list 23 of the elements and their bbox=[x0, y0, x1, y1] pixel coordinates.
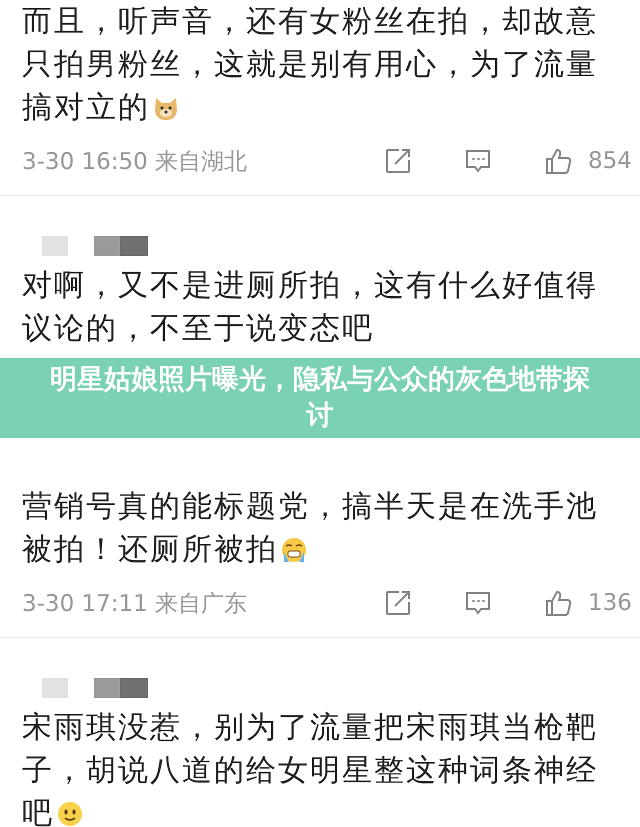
comment-text-line: 而且，听声音，还有女粉丝在拍，却故意 bbox=[22, 3, 598, 41]
like-count: 136 bbox=[588, 590, 633, 616]
comment-time-location: 3-30 16:50 来自湖北 bbox=[22, 148, 248, 176]
comment-text-line: 议论的，不至于说变态吧 bbox=[22, 310, 374, 348]
comment-icon[interactable] bbox=[464, 589, 492, 617]
comment-icon[interactable] bbox=[464, 147, 492, 175]
smiling-face-icon bbox=[56, 800, 84, 827]
comment-text-line: 营销号真的能标题党，搞半天是在洗手池 bbox=[22, 488, 598, 526]
banner-title: 明星姑娘照片曝光，隐私与公众的灰色地带探讨 bbox=[49, 363, 591, 433]
share-icon[interactable] bbox=[384, 147, 412, 175]
share-icon[interactable] bbox=[384, 589, 412, 617]
comment-text-line: 吧 bbox=[22, 795, 54, 827]
comment-text-line: 搞对立的 bbox=[22, 89, 150, 127]
thumbs-up-icon[interactable] bbox=[544, 589, 572, 617]
comment-text-line: 子，胡说八道的给女明星整这种词条神经 bbox=[22, 752, 598, 790]
comment-text-line: 宋雨琪没惹，别为了流量把宋雨琪当枪靶 bbox=[22, 709, 598, 747]
comment-text-line: 被拍！还厕所被拍 bbox=[22, 531, 278, 569]
comment-text-line: 对啊，又不是进厕所拍，这有什么好值得 bbox=[22, 267, 598, 305]
sweating-face-icon bbox=[280, 536, 308, 564]
comment-time-location: 3-30 17:11 来自广东 bbox=[22, 590, 248, 618]
thumbs-up-icon[interactable] bbox=[544, 147, 572, 175]
like-count: 854 bbox=[588, 148, 633, 174]
comment-text-line: 只拍男粉丝，这就是别有用心，为了流量 bbox=[22, 46, 598, 84]
